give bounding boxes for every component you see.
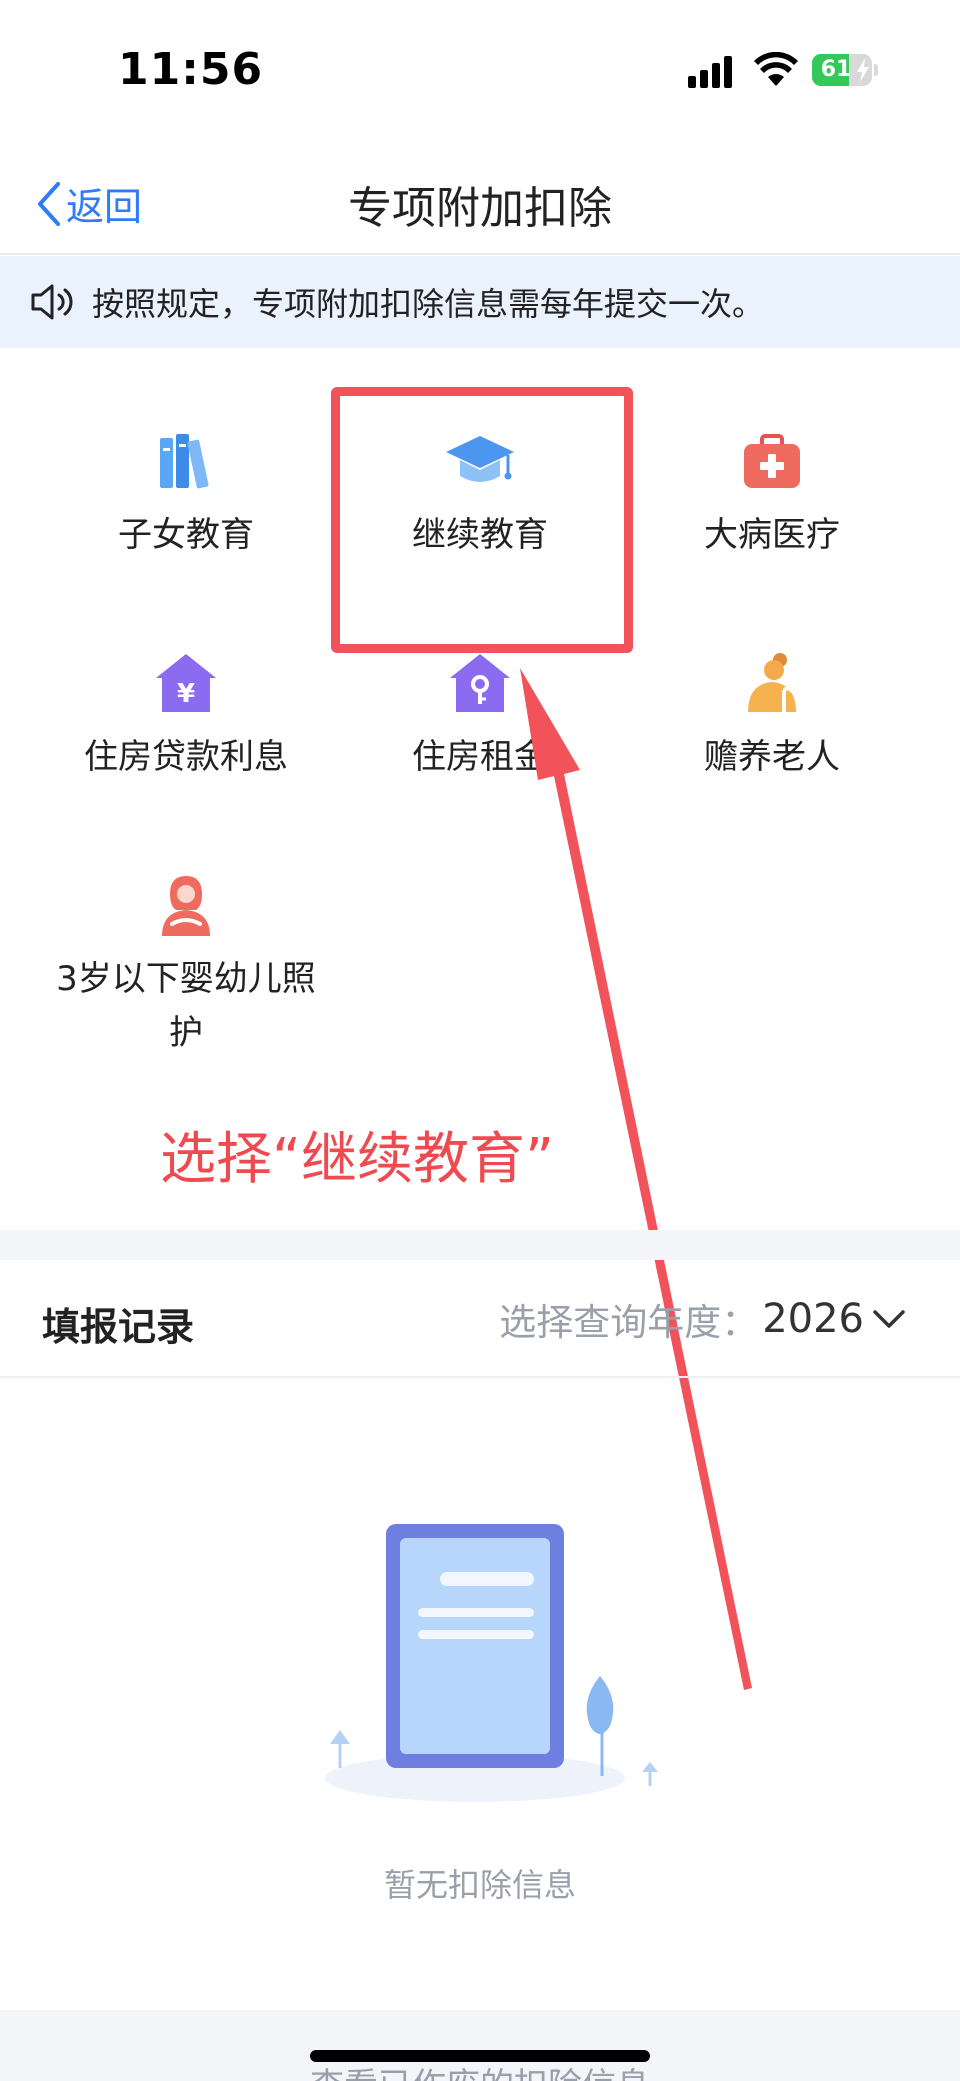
house-yen-icon: ¥ bbox=[156, 654, 216, 712]
status-time: 11:56 bbox=[118, 44, 264, 95]
category-child-education[interactable]: 子女教育 bbox=[40, 430, 332, 562]
year-value: 2026 bbox=[762, 1296, 864, 1342]
section-divider bbox=[0, 1230, 960, 1260]
category-label: 住房贷款利息 bbox=[84, 737, 288, 777]
charging-bolt-icon bbox=[857, 58, 869, 82]
records-title: 填报记录 bbox=[42, 1305, 195, 1349]
status-bar: 11:56 61 bbox=[0, 0, 960, 130]
medical-kit-icon bbox=[744, 434, 800, 488]
notice-text: 按照规定，专项附加扣除信息需每年提交一次。 bbox=[92, 285, 765, 323]
category-infant-care[interactable]: 3岁以下婴幼儿照 护 bbox=[40, 874, 332, 1060]
home-indicator[interactable] bbox=[310, 2050, 650, 2062]
svg-text:¥: ¥ bbox=[177, 679, 195, 709]
house-key-icon bbox=[450, 654, 510, 712]
speaker-icon bbox=[31, 284, 73, 320]
mother-baby-icon bbox=[162, 876, 210, 936]
battery-percent: 61 bbox=[820, 57, 852, 82]
category-elderly-support[interactable]: 赡养老人 bbox=[626, 652, 918, 784]
bottom-bar: 查看已作废的扣除信息 bbox=[0, 2010, 960, 2081]
nav-bar: 返回 专项附加扣除 bbox=[0, 150, 960, 255]
notice-bar: 按照规定，专项附加扣除信息需每年提交一次。 bbox=[0, 256, 960, 348]
category-label: 3岁以下婴幼儿照 护 bbox=[56, 959, 316, 1053]
category-label: 赡养老人 bbox=[704, 737, 840, 777]
category-serious-illness[interactable]: 大病医疗 bbox=[626, 430, 918, 562]
year-label: 选择查询年度： bbox=[499, 1301, 759, 1344]
category-label: 大病医疗 bbox=[704, 515, 840, 555]
category-housing-loan-interest[interactable]: ¥ 住房贷款利息 bbox=[40, 652, 332, 784]
cellular-signal-icon bbox=[688, 56, 732, 88]
highlight-box bbox=[331, 387, 633, 653]
books-icon bbox=[160, 434, 209, 489]
page-title: 专项附加扣除 bbox=[348, 183, 612, 234]
elderly-person-icon bbox=[748, 653, 796, 712]
chevron-down-icon bbox=[873, 1310, 905, 1328]
annotation-text: 选择“继续教育” bbox=[160, 1127, 555, 1192]
empty-state-text: 暂无扣除信息 bbox=[383, 1866, 576, 1904]
category-label: 子女教育 bbox=[118, 515, 254, 555]
year-selector[interactable]: 选择查询年度： 2026 bbox=[499, 1292, 906, 1346]
category-housing-rent[interactable]: 住房租金 bbox=[334, 652, 626, 784]
battery-icon: 61 bbox=[812, 54, 878, 86]
wifi-icon bbox=[754, 52, 798, 86]
records-header: 填报记录 选择查询年度： 2026 bbox=[0, 1260, 960, 1378]
empty-document-illustration bbox=[325, 1524, 658, 1802]
category-label: 住房租金 bbox=[412, 737, 548, 777]
